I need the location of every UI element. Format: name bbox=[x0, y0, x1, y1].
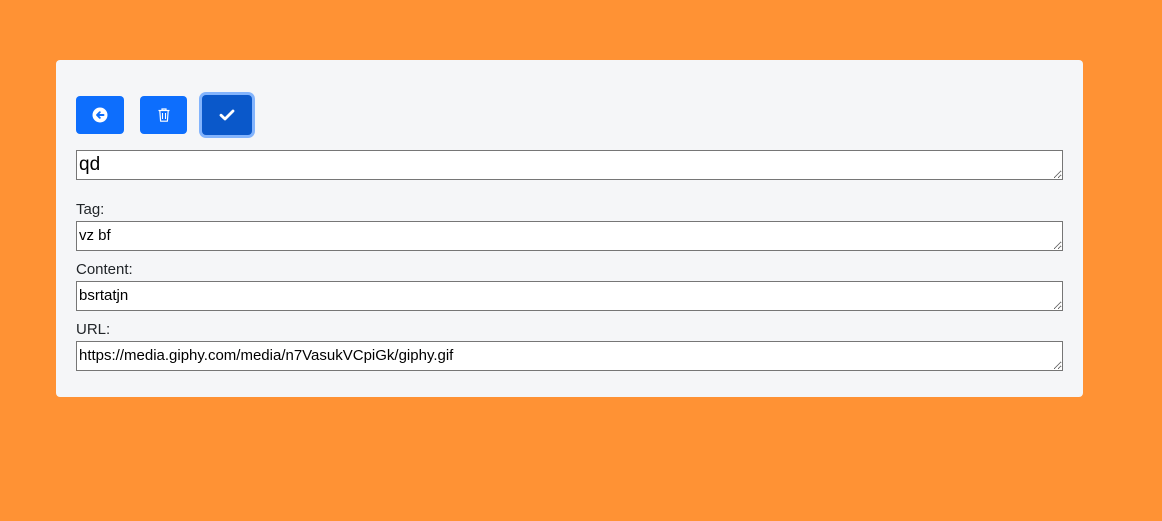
title-field[interactable]: qd bbox=[76, 150, 1063, 180]
url-field[interactable]: https://media.giphy.com/media/n7VasukVCp… bbox=[76, 341, 1063, 371]
check-icon bbox=[219, 109, 235, 121]
url-label: URL: bbox=[76, 321, 111, 338]
back-button[interactable] bbox=[76, 96, 124, 134]
delete-button[interactable] bbox=[140, 96, 187, 134]
edit-card: qd Tag: vz bf Content: bsrtatjn URL: htt… bbox=[56, 60, 1083, 397]
tag-field[interactable]: vz bf bbox=[76, 221, 1063, 251]
content-field[interactable]: bsrtatjn bbox=[76, 281, 1063, 311]
arrow-circle-left-icon bbox=[92, 107, 108, 123]
tag-label: Tag: bbox=[76, 201, 105, 218]
content-label: Content: bbox=[76, 261, 133, 278]
save-button[interactable] bbox=[202, 95, 252, 135]
trash-icon bbox=[158, 108, 169, 122]
